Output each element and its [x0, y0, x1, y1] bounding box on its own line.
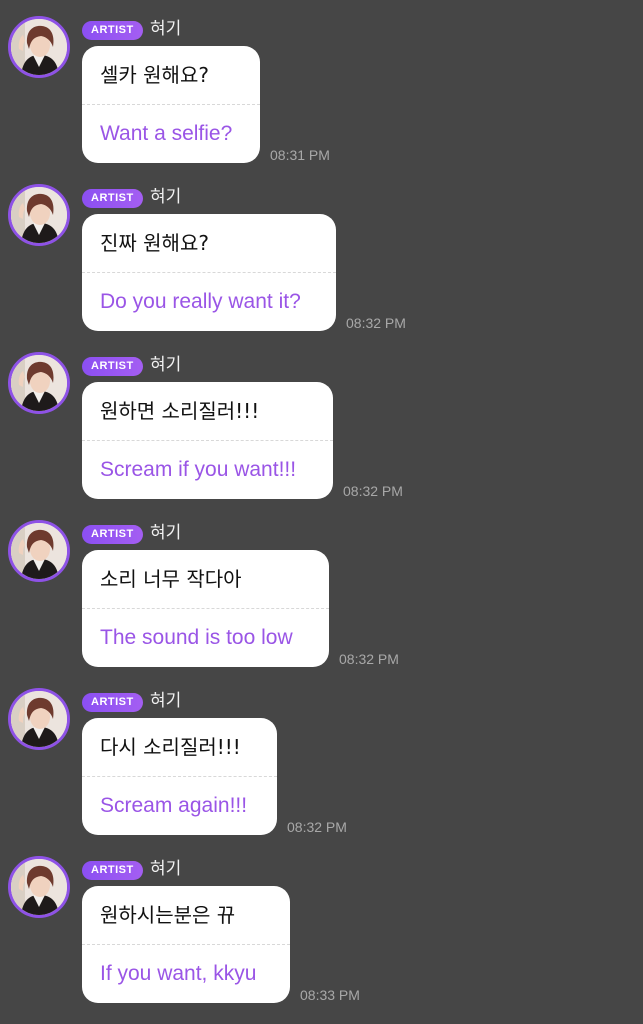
original-text: 원하면 소리질러!!!	[100, 399, 260, 423]
original-text: 다시 소리질러!!!	[100, 735, 241, 759]
chat-message: ARTIST 혀기 진짜 원해요? Do you really want it?…	[0, 168, 643, 331]
message-bubble[interactable]: 소리 너무 작다아 The sound is too low	[82, 550, 329, 667]
translated-text: Scream again!!!	[100, 794, 248, 817]
avatar-photo	[11, 187, 67, 243]
message-bubble[interactable]: 다시 소리질러!!! Scream again!!!	[82, 718, 277, 835]
artist-badge: ARTIST	[82, 189, 143, 208]
avatar-photo	[11, 19, 67, 75]
sender-name[interactable]: 혀기	[150, 522, 181, 544]
message-bubble[interactable]: 셀카 원해요? Want a selfie?	[82, 46, 260, 163]
chat-message: ARTIST 혀기 셀카 원해요? Want a selfie? 08:31 P…	[0, 0, 643, 163]
message-timestamp: 08:31 PM	[270, 147, 330, 163]
original-text: 원하시는분은 뀨	[100, 903, 236, 927]
message-bubble[interactable]: 진짜 원해요? Do you really want it?	[82, 214, 336, 331]
avatar[interactable]	[8, 688, 70, 750]
avatar[interactable]	[8, 856, 70, 918]
artist-badge: ARTIST	[82, 693, 143, 712]
avatar[interactable]	[8, 16, 70, 78]
avatar-photo	[11, 355, 67, 411]
original-text: 진짜 원해요?	[100, 231, 209, 255]
chat-message: ARTIST 혀기 다시 소리질러!!! Scream again!!! 08:…	[0, 672, 643, 835]
message-timestamp: 08:33 PM	[300, 987, 360, 1003]
avatar-photo	[11, 691, 67, 747]
original-text: 소리 너무 작다아	[100, 567, 242, 591]
translated-text: The sound is too low	[100, 626, 293, 649]
avatar[interactable]	[8, 520, 70, 582]
chat-message: ARTIST 혀기 원하면 소리질러!!! Scream if you want…	[0, 336, 643, 499]
sender-name[interactable]: 혀기	[150, 186, 181, 208]
message-timestamp: 08:32 PM	[346, 315, 406, 331]
avatar[interactable]	[8, 184, 70, 246]
translated-text: Scream if you want!!!	[100, 458, 297, 481]
avatar[interactable]	[8, 352, 70, 414]
chat-message: ARTIST 혀기 소리 너무 작다아 The sound is too low…	[0, 504, 643, 667]
sender-name[interactable]: 혀기	[150, 18, 181, 40]
translated-text: Want a selfie?	[100, 122, 233, 145]
message-timestamp: 08:32 PM	[343, 483, 403, 499]
sender-name[interactable]: 혀기	[150, 354, 181, 376]
avatar-photo	[11, 523, 67, 579]
sender-name[interactable]: 혀기	[150, 690, 181, 712]
artist-badge: ARTIST	[82, 861, 143, 880]
artist-badge: ARTIST	[82, 21, 143, 40]
translated-text: Do you really want it?	[100, 290, 301, 313]
translated-text: If you want, kkyu	[100, 962, 257, 985]
artist-badge: ARTIST	[82, 525, 143, 544]
message-bubble[interactable]: 원하시는분은 뀨 If you want, kkyu	[82, 886, 290, 1003]
message-timestamp: 08:32 PM	[339, 651, 399, 667]
chat-message-list: ARTIST 혀기 셀카 원해요? Want a selfie? 08:31 P…	[0, 0, 643, 1024]
message-bubble[interactable]: 원하면 소리질러!!! Scream if you want!!!	[82, 382, 333, 499]
message-timestamp: 08:32 PM	[287, 819, 347, 835]
sender-name[interactable]: 혀기	[150, 858, 181, 880]
chat-message: ARTIST 혀기 원하시는분은 뀨 If you want, kkyu 08:…	[0, 840, 643, 1003]
artist-badge: ARTIST	[82, 357, 143, 376]
original-text: 셀카 원해요?	[100, 63, 209, 87]
avatar-photo	[11, 859, 67, 915]
